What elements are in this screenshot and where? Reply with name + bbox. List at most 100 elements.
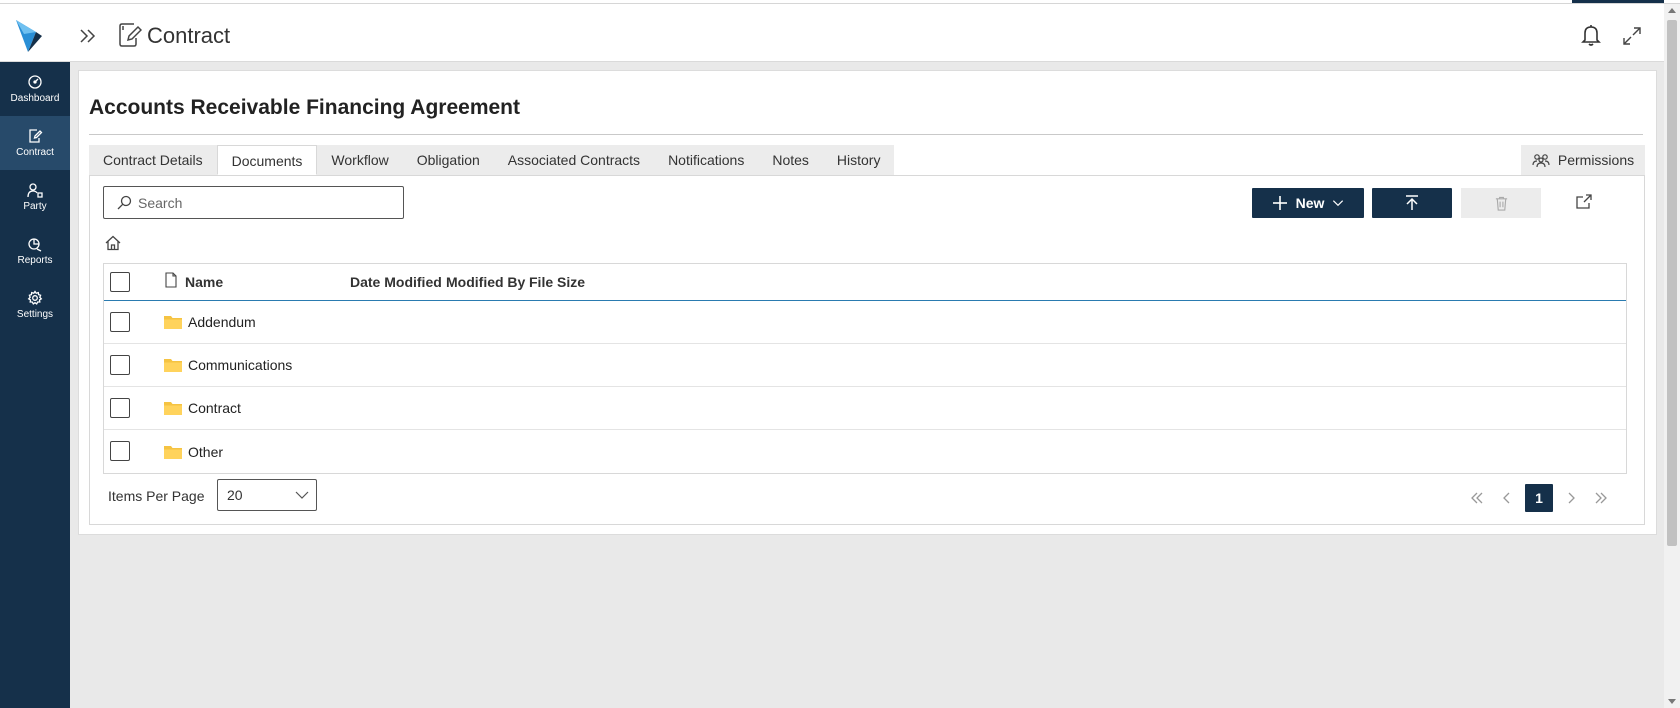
sidebar-item-party[interactable]: Party xyxy=(0,170,70,224)
sidebar-item-label: Contract xyxy=(16,147,54,158)
row-checkbox[interactable] xyxy=(110,441,130,461)
sidebar-item-label: Dashboard xyxy=(10,93,60,104)
new-button[interactable]: New xyxy=(1252,188,1364,218)
column-file-size-label: File Size xyxy=(529,274,586,290)
contract-card: Accounts Receivable Financing Agreement … xyxy=(78,70,1657,535)
next-page-button[interactable] xyxy=(1556,483,1586,513)
table-row[interactable]: Addendum xyxy=(104,301,1626,344)
tab-documents[interactable]: Documents xyxy=(216,145,318,175)
scroll-down-icon[interactable] xyxy=(1668,699,1676,704)
upload-icon xyxy=(1406,195,1418,210)
reports-icon xyxy=(28,238,42,252)
folder-icon xyxy=(164,316,182,329)
table-row[interactable]: Contract xyxy=(104,387,1626,430)
column-file-size[interactable]: File Size xyxy=(529,264,585,300)
users-icon xyxy=(1532,154,1550,168)
upload-button[interactable] xyxy=(1372,188,1452,218)
sidebar-item-label: Party xyxy=(23,201,47,212)
items-per-page-value: 20 xyxy=(227,487,243,503)
contract-icon xyxy=(29,129,43,143)
chevron-left-icon xyxy=(1503,492,1510,504)
row-name[interactable]: Other xyxy=(188,444,223,460)
app-logo-icon xyxy=(16,20,42,52)
home-icon[interactable] xyxy=(104,234,122,252)
top-strip-accent xyxy=(1572,0,1664,3)
row-name[interactable]: Contract xyxy=(188,400,241,416)
tab-workflow[interactable]: Workflow xyxy=(317,145,403,175)
items-per-page-select[interactable]: 20 xyxy=(217,479,317,511)
tab-notifications[interactable]: Notifications xyxy=(654,145,759,175)
sidebar-item-settings[interactable]: Settings xyxy=(0,278,70,332)
permissions-label: Permissions xyxy=(1557,152,1635,168)
popout-icon[interactable] xyxy=(1573,191,1595,213)
fullscreen-icon[interactable] xyxy=(1621,25,1643,47)
pagination: 1 xyxy=(1462,483,1616,513)
column-date-modified[interactable]: Date Modified xyxy=(350,264,442,300)
dashboard-icon xyxy=(28,75,42,89)
title-divider xyxy=(89,134,1643,135)
documents-panel: New Name Date Modified Modified By xyxy=(89,175,1645,525)
delete-button[interactable] xyxy=(1461,188,1541,218)
items-per-page-label: Items Per Page xyxy=(108,488,205,504)
party-icon xyxy=(27,183,43,198)
column-date-modified-label: Date Modified xyxy=(350,274,442,290)
row-name-cell[interactable]: Contract xyxy=(164,387,241,429)
row-checkbox[interactable] xyxy=(110,355,130,375)
tab-contract-details[interactable]: Contract Details xyxy=(89,145,217,175)
sidebar-item-reports[interactable]: Reports xyxy=(0,224,70,278)
tab-associated-contracts[interactable]: Associated Contracts xyxy=(493,145,655,175)
column-modified-by-label: Modified By xyxy=(446,274,526,290)
page-title: Accounts Receivable Financing Agreement xyxy=(89,96,521,119)
expand-sidebar-icon[interactable] xyxy=(76,24,100,48)
app-header: Contract xyxy=(0,4,1664,62)
tab-obligation[interactable]: Obligation xyxy=(402,145,494,175)
grid-header: Name Date Modified Modified By File Size xyxy=(104,264,1626,301)
search-input[interactable] xyxy=(138,194,388,211)
double-chevron-left-icon xyxy=(1471,492,1483,504)
folder-icon xyxy=(164,402,182,415)
sidebar-item-dashboard[interactable]: Dashboard xyxy=(0,62,70,116)
row-name[interactable]: Communications xyxy=(188,357,292,373)
documents-grid: Name Date Modified Modified By File Size… xyxy=(103,263,1627,474)
scrollbar-thumb[interactable] xyxy=(1667,20,1677,546)
row-name-cell[interactable]: Other xyxy=(164,430,223,473)
table-row[interactable]: Other xyxy=(104,430,1626,473)
sidebar-item-label: Reports xyxy=(17,255,53,266)
sidebar-item-label: Settings xyxy=(16,309,54,320)
double-chevron-right-icon xyxy=(1595,492,1607,504)
tab-history[interactable]: History xyxy=(822,145,895,175)
row-name-cell[interactable]: Addendum xyxy=(164,301,256,343)
file-icon xyxy=(165,272,177,288)
chevron-down-icon xyxy=(1333,200,1344,207)
chevron-right-icon xyxy=(1568,492,1575,504)
plus-icon xyxy=(1272,196,1287,210)
previous-page-button[interactable] xyxy=(1492,483,1522,513)
column-name-label: Name xyxy=(185,274,224,290)
row-name[interactable]: Addendum xyxy=(188,314,256,330)
row-name-cell[interactable]: Communications xyxy=(164,344,292,386)
tab-notes[interactable]: Notes xyxy=(758,145,823,175)
page-number-current[interactable]: 1 xyxy=(1525,484,1553,512)
row-checkbox[interactable] xyxy=(110,398,130,418)
chevron-down-icon xyxy=(295,491,309,499)
last-page-button[interactable] xyxy=(1586,483,1616,513)
folder-icon xyxy=(164,445,182,459)
scroll-up-icon[interactable] xyxy=(1668,8,1676,13)
gear-icon xyxy=(27,290,43,305)
permissions-button[interactable]: Permissions xyxy=(1521,145,1645,175)
grid-footer: Items Per Page 20 1 xyxy=(90,476,1644,516)
row-checkbox[interactable] xyxy=(110,312,130,332)
sidebar-item-contract[interactable]: Contract xyxy=(0,116,70,170)
search-icon xyxy=(117,195,132,209)
search-box[interactable] xyxy=(103,186,404,219)
column-name[interactable]: Name xyxy=(164,264,223,300)
column-modified-by[interactable]: Modified By xyxy=(446,264,525,300)
folder-icon xyxy=(164,359,182,372)
table-row[interactable]: Communications xyxy=(104,344,1626,387)
page-scrollbar[interactable] xyxy=(1664,4,1680,708)
header-title: Contract xyxy=(147,23,231,48)
trash-icon xyxy=(1495,196,1507,211)
bell-icon[interactable] xyxy=(1580,23,1602,47)
select-all-checkbox[interactable] xyxy=(110,272,130,292)
first-page-button[interactable] xyxy=(1462,483,1492,513)
